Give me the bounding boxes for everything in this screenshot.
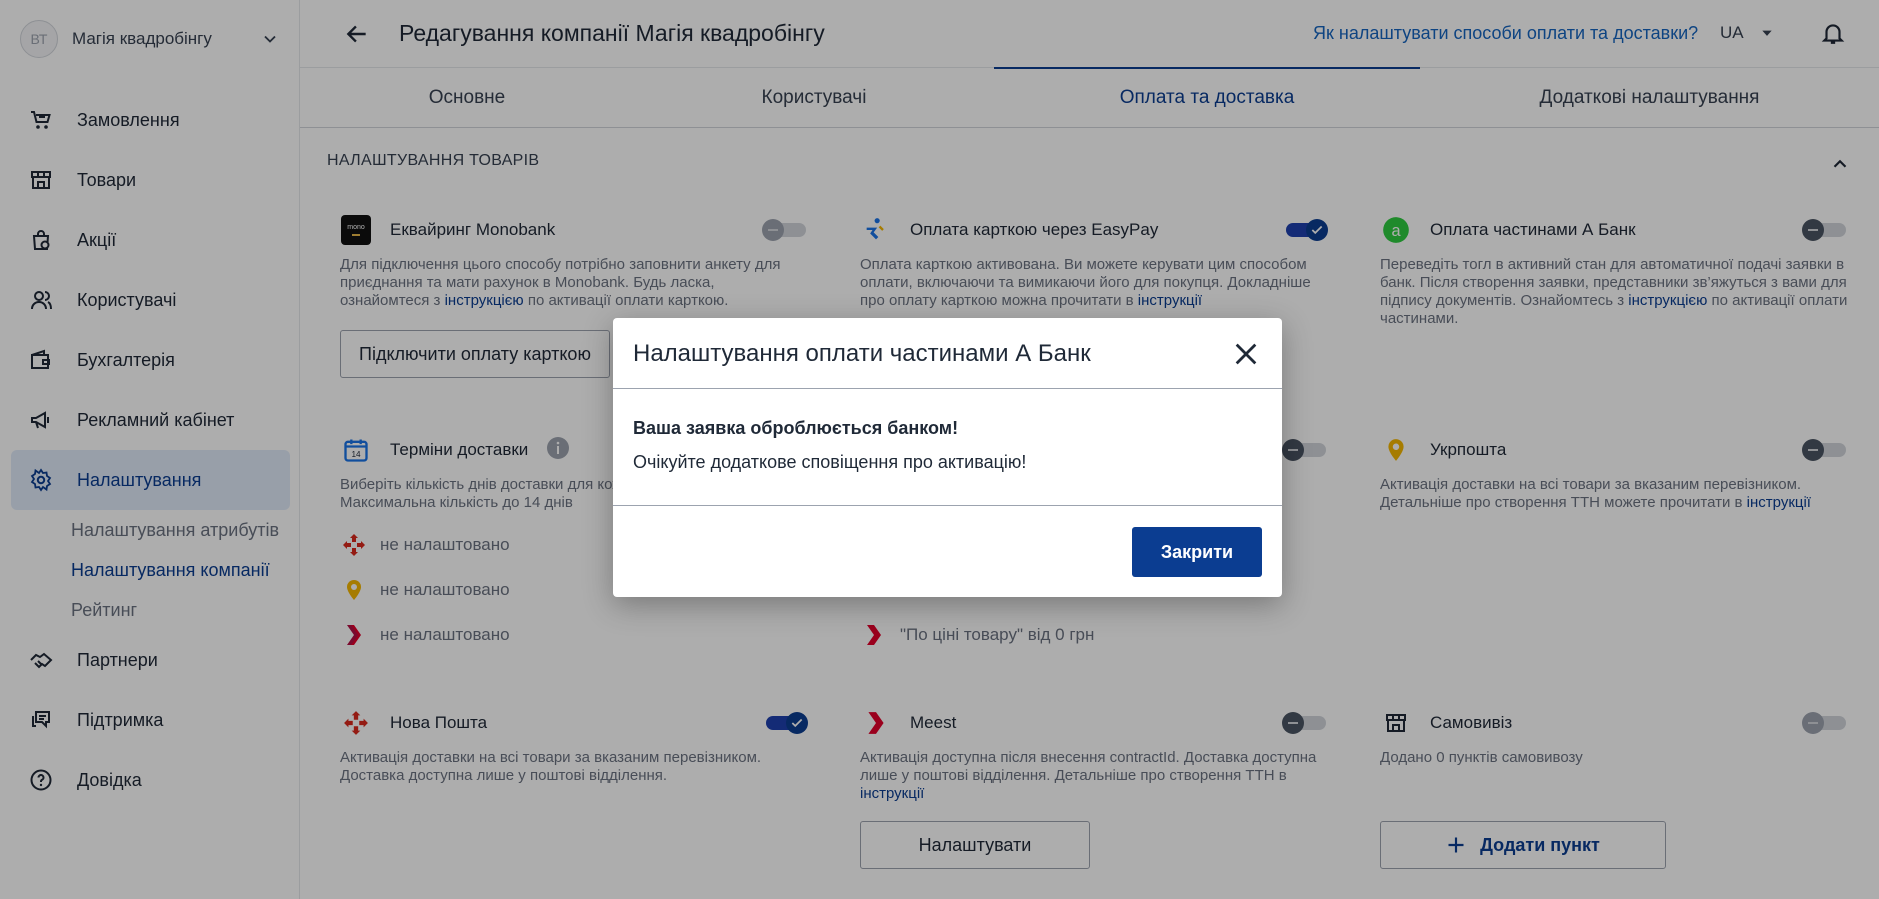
- modal-divider: [613, 505, 1282, 506]
- modal-title: Налаштування оплати частинами А Банк: [633, 340, 1091, 367]
- close-icon[interactable]: [1232, 340, 1260, 368]
- abank-modal: Налаштування оплати частинами А Банк Ваш…: [613, 318, 1282, 597]
- modal-message-primary: Ваша заявка оброблюється банком!: [633, 418, 959, 438]
- modal-message-secondary: Очікуйте додаткове сповіщення про актива…: [633, 452, 1027, 472]
- close-button[interactable]: Закрити: [1132, 527, 1262, 577]
- modal-divider: [613, 388, 1282, 389]
